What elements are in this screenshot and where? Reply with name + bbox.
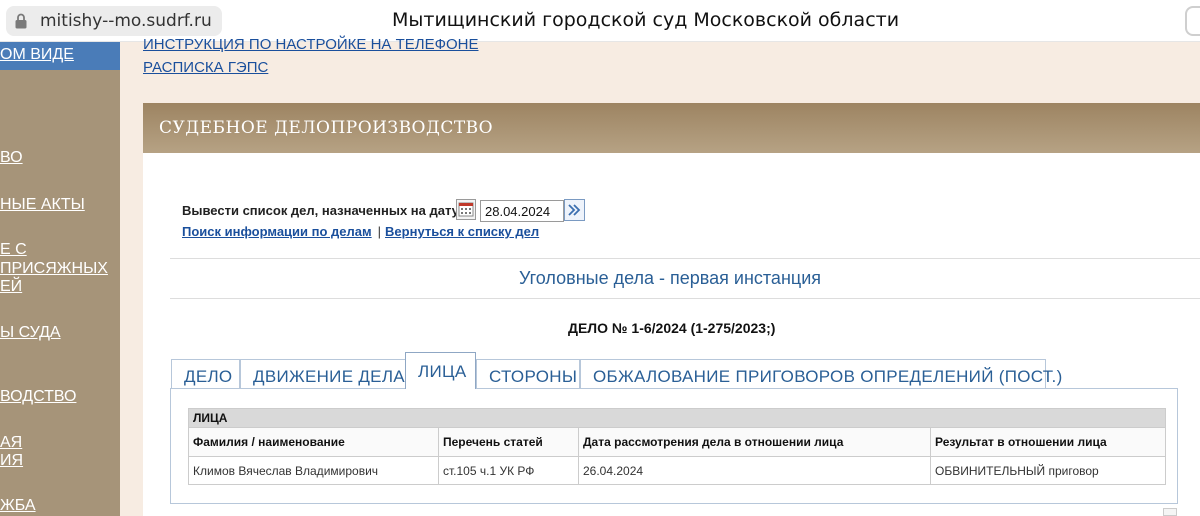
column-header: Результат в отношении лица <box>930 427 1166 457</box>
tab-persons[interactable]: ЛИЦА <box>405 352 476 389</box>
back-to-list-link[interactable]: Вернуться к списку дел <box>385 224 539 239</box>
sidebar-item[interactable]: ЕЙ <box>0 277 22 296</box>
sidebar: ОМ ВИДЕ ВО НЫЕ АКТЫ Е С ПРИСЯЖНЫХ ЕЙ Ы С… <box>0 42 120 516</box>
date-input[interactable] <box>480 200 564 222</box>
section-title: СУДЕБНОЕ ДЕЛОПРОИЗВОДСТВО <box>159 118 494 138</box>
sidebar-item[interactable]: ЖБА <box>0 496 36 515</box>
sidebar-item[interactable]: ВО <box>0 148 23 167</box>
divider <box>170 258 1200 259</box>
address-bar[interactable]: mitishy--mo.sudrf.ru <box>6 6 222 36</box>
persons-table: ЛИЦА Фамилия / наименование Перечень ста… <box>188 408 1166 485</box>
sidebar-item-label[interactable]: ОМ ВИДЕ <box>0 45 74 64</box>
column-header: Фамилия / наименование <box>188 427 439 457</box>
case-links: Поиск информации по делам | Вернуться к сп… <box>182 224 539 239</box>
divider <box>170 298 1200 299</box>
sidebar-item[interactable]: ПРИСЯЖНЫХ <box>0 259 108 278</box>
url-text[interactable]: mitishy--mo.sudrf.ru <box>40 11 212 31</box>
person-articles: ст.105 ч.1 УК РФ <box>438 456 579 485</box>
section-header: СУДЕБНОЕ ДЕЛОПРОИЗВОДСТВО <box>143 103 1200 153</box>
table-header-row: Фамилия / наименование Перечень статей Д… <box>188 427 1166 457</box>
link-separator: | <box>377 224 382 239</box>
sidebar-item[interactable]: Е С <box>0 240 27 259</box>
sidebar-item[interactable]: ВОДСТВО <box>0 387 76 406</box>
double-arrow-icon <box>568 204 581 216</box>
table-caption-row: ЛИЦА <box>188 408 1166 428</box>
table-caption: ЛИЦА <box>188 408 1166 428</box>
tab-case-movement[interactable]: ДВИЖЕНИЕ ДЕЛА <box>240 359 406 388</box>
person-name: Климов Вячеслав Владимирович <box>188 456 439 485</box>
sidebar-item[interactable]: Ы СУДА <box>0 323 61 342</box>
browser-side-button[interactable] <box>1185 6 1200 36</box>
date-filter-label: Вывести список дел, назначенных на дату <box>182 203 459 218</box>
column-header: Перечень статей <box>438 427 579 457</box>
sidebar-item[interactable]: ИЯ <box>0 451 23 470</box>
case-category: Уголовные дела - первая инстанция <box>519 268 821 288</box>
tab-case[interactable]: ДЕЛО <box>171 359 240 388</box>
tab-appeals[interactable]: ОБЖАЛОВАНИЕ ПРИГОВОРОВ ОПРЕДЕЛЕНИЙ (ПОСТ… <box>580 359 1062 388</box>
sidebar-item-active[interactable]: ОМ ВИДЕ <box>0 42 120 70</box>
column-header: Дата рассмотрения дела в отношении лица <box>578 427 931 457</box>
page-title: Мытищинский городской суд Московской обл… <box>392 9 900 31</box>
sidebar-item[interactable]: АЯ <box>0 433 22 452</box>
geps-receipt-link[interactable]: РАСПИСКА ГЭПС <box>143 59 268 76</box>
submit-date-button[interactable] <box>564 199 585 221</box>
sidebar-item[interactable]: НЫЕ АКТЫ <box>0 195 85 214</box>
resize-handle[interactable] <box>1163 508 1177 516</box>
calendar-icon[interactable] <box>456 199 476 220</box>
case-number: ДЕЛО № 1-6/2024 (1-275/2023;) <box>568 320 776 336</box>
person-hearing-date: 26.04.2024 <box>578 456 931 485</box>
table-row: Климов Вячеслав Владимирович ст.105 ч.1 … <box>188 456 1166 485</box>
tab-parties[interactable]: СТОРОНЫ <box>476 359 580 388</box>
person-result: ОБВИНИТЕЛЬНЫЙ приговор <box>930 456 1166 485</box>
search-cases-link[interactable]: Поиск информации по делам <box>182 224 372 239</box>
phone-instruction-link[interactable]: ИНСТРУКЦИЯ ПО НАСТРОЙКЕ НА ТЕЛЕФОНЕ <box>143 36 479 53</box>
lock-icon <box>15 13 27 29</box>
